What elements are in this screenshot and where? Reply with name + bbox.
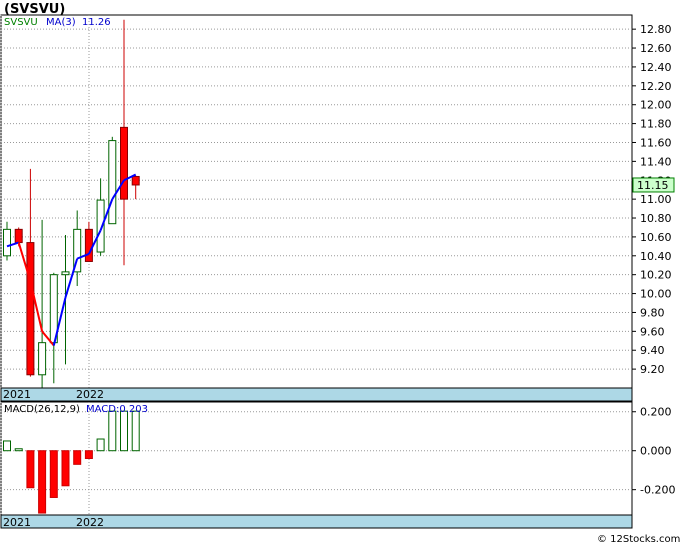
price-tick-label: 11.40 xyxy=(640,155,672,168)
price-tick-label: 10.40 xyxy=(640,250,672,263)
macd-bar xyxy=(120,410,128,452)
price-tick-label: 10.80 xyxy=(640,212,672,225)
macd-tick-label: -0.200 xyxy=(640,484,675,497)
x-label-2022: 2022 xyxy=(76,388,104,401)
macd-bar xyxy=(61,450,70,487)
candle-body xyxy=(26,242,35,376)
price-tick-label: 10.20 xyxy=(640,269,672,282)
legend-ma-label: MA(3) xyxy=(46,17,76,28)
price-tick-label: 9.80 xyxy=(640,306,665,319)
price-tick-label: 9.60 xyxy=(640,325,665,338)
price-tick-label: 12.80 xyxy=(640,23,672,36)
candle-body xyxy=(108,140,117,225)
candle-body xyxy=(131,175,140,186)
macd-bar xyxy=(3,440,11,452)
candle-body xyxy=(14,228,23,244)
candle-body xyxy=(61,271,70,276)
macd-bar xyxy=(14,448,23,452)
price-panel: 9.20 9.40 9.60 9.80 10.00 10.20 10.40 10.60 10.8… xyxy=(0,14,675,389)
macd-bar xyxy=(38,450,47,514)
price-tick-label: 11.80 xyxy=(640,118,672,131)
macd-value: MACD:0.203 xyxy=(86,404,148,415)
candle-body xyxy=(84,228,93,262)
candle-body xyxy=(120,126,128,200)
candle-body xyxy=(3,228,11,257)
price-tick-label: 12.20 xyxy=(640,80,672,93)
macd-bar xyxy=(84,450,93,460)
price-tick-label: 11.00 xyxy=(640,193,672,206)
macd-bar xyxy=(49,450,58,498)
macd-panel: -0.200 0.000 0.200 MACD(26,12,9) MACD:0.20… xyxy=(0,401,675,516)
price-tick-label: 11.60 xyxy=(640,136,672,149)
price-tick-label: 10.00 xyxy=(640,288,672,301)
macd-bar xyxy=(96,438,105,452)
price-tick-label: 12.60 xyxy=(640,42,672,55)
legend-symbol: SVSVU xyxy=(4,17,38,28)
price-tick-label: 12.40 xyxy=(640,61,672,74)
price-tick-label: 12.00 xyxy=(640,99,672,112)
macd-bar xyxy=(73,450,82,465)
macd-bar xyxy=(108,410,117,452)
macd-tick-label: 0.000 xyxy=(640,445,672,458)
macd-bar xyxy=(131,410,140,452)
macd-x-label-2022: 2022 xyxy=(76,516,104,529)
price-tick-label: 9.40 xyxy=(640,344,665,357)
chart-canvas: (SVSVU) 9.209.409.609.8010.0010.2010.401… xyxy=(0,0,680,546)
macd-title: MACD(26,12,9) xyxy=(4,404,80,415)
footer-credit: © 12Stocks.com xyxy=(597,534,680,545)
candle-body xyxy=(38,342,47,376)
macd-tick-label: 0.200 xyxy=(640,406,672,419)
legend-ma-value: 11.26 xyxy=(82,17,111,28)
macd-bar xyxy=(26,450,35,489)
last-price-text: 11.15 xyxy=(637,179,669,192)
macd-x-label-2021: 2021 xyxy=(3,516,31,529)
price-tick-label: 9.20 xyxy=(640,363,665,376)
price-tick-label: 10.60 xyxy=(640,231,672,244)
x-label-2021: 2021 xyxy=(3,388,31,401)
